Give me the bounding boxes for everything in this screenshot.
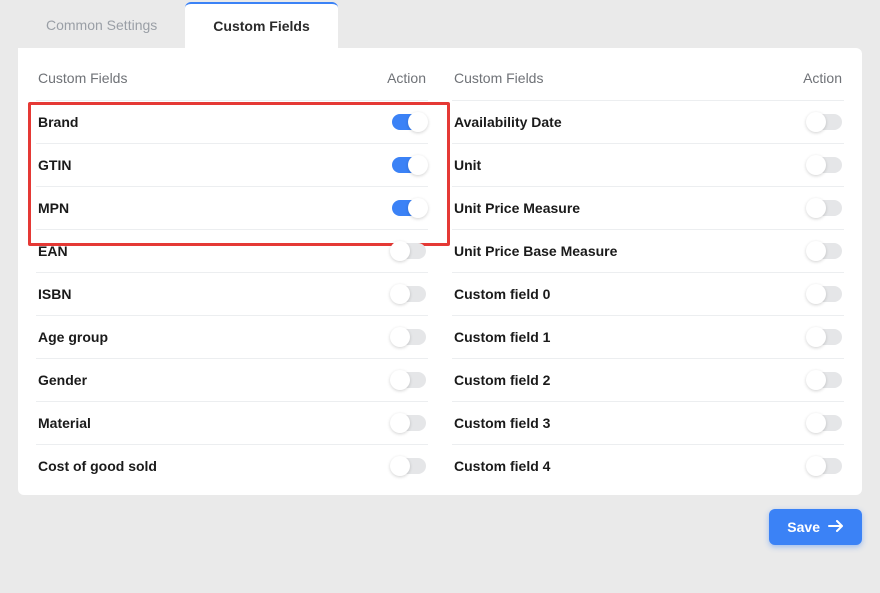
toggle-knob <box>806 241 826 261</box>
field-toggle[interactable] <box>808 286 842 302</box>
field-toggle[interactable] <box>392 200 426 216</box>
field-row: Material <box>36 401 428 444</box>
arrow-right-icon <box>828 519 844 535</box>
field-toggle[interactable] <box>808 372 842 388</box>
field-label: Gender <box>38 372 87 388</box>
toggle-knob <box>390 284 410 304</box>
field-label: Cost of good sold <box>38 458 157 474</box>
field-label: Availability Date <box>454 114 562 130</box>
footer: Save <box>0 495 880 545</box>
field-label: ISBN <box>38 286 71 302</box>
field-row: Unit Price Base Measure <box>452 229 844 272</box>
field-toggle[interactable] <box>392 329 426 345</box>
header-fields-label: Custom Fields <box>454 70 543 86</box>
field-row: Custom field 0 <box>452 272 844 315</box>
field-row: Age group <box>36 315 428 358</box>
field-label: Unit Price Measure <box>454 200 580 216</box>
field-label: MPN <box>38 200 69 216</box>
field-label: Brand <box>38 114 78 130</box>
save-button-label: Save <box>787 519 820 535</box>
fields-column-right: Custom Fields Action Availability Date Un… <box>452 64 844 487</box>
field-toggle[interactable] <box>808 415 842 431</box>
toggle-knob <box>390 370 410 390</box>
toggle-knob <box>806 370 826 390</box>
tab-custom-fields[interactable]: Custom Fields <box>185 2 337 48</box>
field-toggle[interactable] <box>392 157 426 173</box>
field-toggle[interactable] <box>808 243 842 259</box>
toggle-knob <box>806 413 826 433</box>
field-label: Unit Price Base Measure <box>454 243 617 259</box>
field-row: ISBN <box>36 272 428 315</box>
field-row: Unit <box>452 143 844 186</box>
field-label: Unit <box>454 157 481 173</box>
toggle-knob <box>806 327 826 347</box>
field-label: EAN <box>38 243 68 259</box>
field-row: Brand <box>36 100 428 143</box>
field-row: Custom field 4 <box>452 444 844 487</box>
field-label: Custom field 2 <box>454 372 550 388</box>
field-label: Material <box>38 415 91 431</box>
column-header: Custom Fields Action <box>452 64 844 100</box>
header-fields-label: Custom Fields <box>38 70 127 86</box>
field-label: Custom field 3 <box>454 415 550 431</box>
custom-fields-panel: Custom Fields Action Brand GTIN MPN EAN ISBN… <box>18 48 862 495</box>
header-action-label: Action <box>387 70 426 86</box>
field-row: GTIN <box>36 143 428 186</box>
toggle-knob <box>408 198 428 218</box>
toggle-knob <box>408 155 428 175</box>
field-row: Custom field 3 <box>452 401 844 444</box>
field-row: Cost of good sold <box>36 444 428 487</box>
toggle-knob <box>390 413 410 433</box>
column-header: Custom Fields Action <box>36 64 428 100</box>
field-toggle[interactable] <box>808 157 842 173</box>
toggle-knob <box>806 284 826 304</box>
field-toggle[interactable] <box>808 114 842 130</box>
field-row: Gender <box>36 358 428 401</box>
field-toggle[interactable] <box>392 372 426 388</box>
toggle-knob <box>806 112 826 132</box>
field-toggle[interactable] <box>392 114 426 130</box>
field-toggle[interactable] <box>392 286 426 302</box>
tab-bar: Common Settings Custom Fields <box>0 0 880 48</box>
field-toggle[interactable] <box>392 415 426 431</box>
field-row: MPN <box>36 186 428 229</box>
field-toggle[interactable] <box>392 458 426 474</box>
toggle-knob <box>408 112 428 132</box>
field-row: Availability Date <box>452 100 844 143</box>
tab-common-settings[interactable]: Common Settings <box>18 2 185 48</box>
toggle-knob <box>806 456 826 476</box>
header-action-label: Action <box>803 70 842 86</box>
field-row: Unit Price Measure <box>452 186 844 229</box>
field-toggle[interactable] <box>808 329 842 345</box>
field-toggle[interactable] <box>392 243 426 259</box>
field-toggle[interactable] <box>808 200 842 216</box>
field-label: Custom field 1 <box>454 329 550 345</box>
toggle-knob <box>390 327 410 347</box>
save-button[interactable]: Save <box>769 509 862 545</box>
field-label: Age group <box>38 329 108 345</box>
toggle-knob <box>806 155 826 175</box>
field-row: EAN <box>36 229 428 272</box>
toggle-knob <box>390 456 410 476</box>
toggle-knob <box>806 198 826 218</box>
field-toggle[interactable] <box>808 458 842 474</box>
field-label: GTIN <box>38 157 71 173</box>
toggle-knob <box>390 241 410 261</box>
field-row: Custom field 2 <box>452 358 844 401</box>
field-row: Custom field 1 <box>452 315 844 358</box>
field-label: Custom field 0 <box>454 286 550 302</box>
fields-column-left: Custom Fields Action Brand GTIN MPN EAN ISBN… <box>36 64 428 487</box>
field-label: Custom field 4 <box>454 458 550 474</box>
